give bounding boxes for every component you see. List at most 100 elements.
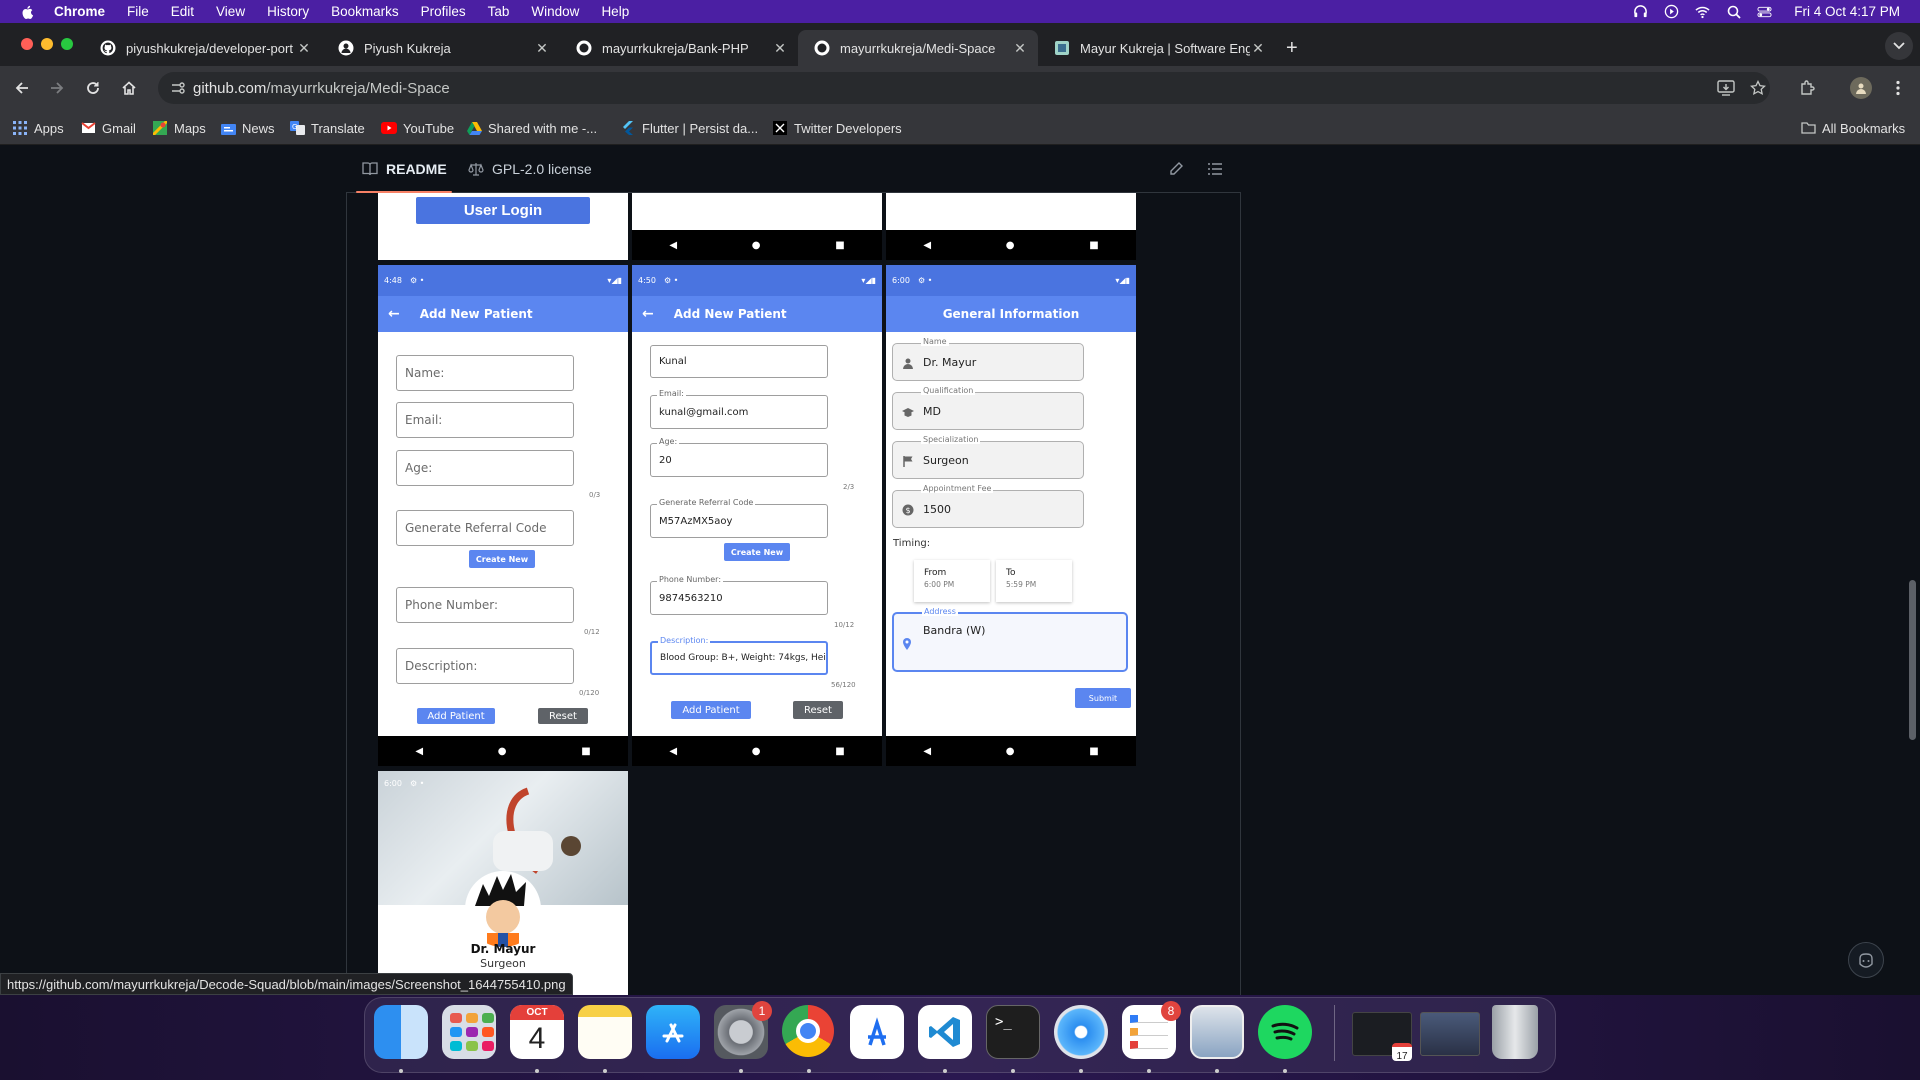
vscode-icon[interactable] <box>918 1005 972 1059</box>
menu-bookmarks[interactable]: Bookmarks <box>331 4 399 19</box>
edit-pencil-icon[interactable] <box>1168 161 1184 182</box>
running-indicator <box>943 1069 947 1073</box>
notes-icon[interactable] <box>578 1005 632 1059</box>
bookmark-translate[interactable]: G Translate <box>289 118 365 138</box>
nav-recents-icon: ■ <box>835 239 845 251</box>
site-info-icon[interactable] <box>170 80 186 96</box>
spotify-icon[interactable] <box>1258 1005 1312 1059</box>
close-window-button[interactable] <box>21 38 33 50</box>
copilot-icon <box>1859 953 1873 968</box>
phone-value: 9874563210 <box>659 592 723 604</box>
app-tile <box>450 1013 462 1023</box>
app-store-icon[interactable] <box>646 1005 700 1059</box>
bookmark-flutter-persist[interactable]: Flutter | Persist da... <box>620 118 758 138</box>
app-tile <box>482 1041 494 1051</box>
menu-chrome[interactable]: Chrome <box>54 4 105 19</box>
calendar-icon[interactable]: OCT 4 <box>510 1005 564 1059</box>
bookmark-label: Gmail <box>102 120 136 136</box>
menu-view[interactable]: View <box>216 4 245 19</box>
chevron-down-icon <box>1893 42 1905 50</box>
description-label: Description: <box>658 636 711 645</box>
preview-icon[interactable] <box>1190 1005 1244 1059</box>
all-bookmarks-button[interactable]: All Bookmarks <box>1800 118 1905 138</box>
apple-icon[interactable] <box>20 4 36 20</box>
referral-placeholder: Generate Referral Code <box>405 521 547 535</box>
bookmark-news[interactable]: News <box>220 118 275 138</box>
headphones-icon[interactable] <box>1633 4 1648 19</box>
safari-icon[interactable] <box>1054 1005 1108 1059</box>
clock-datetime[interactable]: Fri 4 Oct 4:17 PM <box>1794 4 1900 19</box>
tab-developer-portfolio[interactable]: piyushkukreja/developer-port ✕ <box>84 30 322 66</box>
minimize-window-button[interactable] <box>41 38 53 50</box>
age-field: Age: 20 <box>650 437 828 477</box>
home-button[interactable] <box>119 78 139 98</box>
profile-avatar[interactable] <box>1850 77 1872 99</box>
screenshot-user-login: User Login <box>378 193 628 260</box>
bookmark-twitter-developers[interactable]: Twitter Developers <box>772 118 902 138</box>
tab-bank-php[interactable]: mayurrkukreja/Bank-PHP ✕ <box>560 30 798 66</box>
bookmark-star-icon[interactable] <box>1748 78 1768 98</box>
chrome-menu-icon[interactable] <box>1888 78 1908 98</box>
close-tab-icon[interactable]: ✕ <box>296 40 312 57</box>
submit-label: Submit <box>1088 693 1118 703</box>
close-tab-icon[interactable]: ✕ <box>534 40 550 57</box>
address-bar[interactable]: github.com/mayurrkukreja/Medi-Space <box>158 72 1770 104</box>
settings-gear-icon: ⚙ • <box>917 276 933 285</box>
zoom-window-button[interactable] <box>61 38 73 50</box>
page-scrollbar-thumb[interactable] <box>1909 580 1916 740</box>
menu-edit[interactable]: Edit <box>171 4 194 19</box>
bookmark-gmail[interactable]: Gmail <box>80 118 136 138</box>
copilot-button[interactable] <box>1848 942 1884 978</box>
android-nav-bar: ◀ ● ■ <box>632 736 882 766</box>
license-tab-label: GPL-2.0 license <box>492 161 592 177</box>
bookmark-maps[interactable]: Maps <box>152 118 206 138</box>
menu-history[interactable]: History <box>267 4 309 19</box>
finder-icon[interactable] <box>374 1005 428 1059</box>
forward-button[interactable] <box>47 78 67 98</box>
instruments-icon[interactable] <box>850 1005 904 1059</box>
folder-icon <box>1800 120 1816 136</box>
close-tab-icon[interactable]: ✕ <box>1012 40 1028 57</box>
new-tab-button[interactable]: + <box>1286 37 1298 60</box>
close-tab-icon[interactable]: ✕ <box>1250 40 1266 57</box>
nav-home-icon: ● <box>497 745 507 757</box>
wifi-icon[interactable] <box>1695 4 1710 19</box>
reset-button: Reset <box>538 708 588 724</box>
bookmark-youtube[interactable]: YouTube <box>381 118 454 138</box>
google-drive-icon <box>466 120 482 136</box>
app-tile <box>466 1013 478 1023</box>
minimized-window-2[interactable] <box>1420 1012 1480 1056</box>
bookmark-apps[interactable]: Apps <box>12 118 64 138</box>
readme-tab[interactable]: README <box>362 161 447 177</box>
chrome-icon[interactable] <box>782 1005 834 1057</box>
trash-icon[interactable] <box>1492 1005 1538 1059</box>
outline-list-icon[interactable] <box>1207 161 1223 182</box>
doctor-name: Dr. Mayur <box>470 942 536 956</box>
menu-profiles[interactable]: Profiles <box>421 4 466 19</box>
back-button[interactable] <box>12 78 32 98</box>
bookmark-shared-with-me[interactable]: Shared with me -... <box>466 118 597 138</box>
close-tab-icon[interactable]: ✕ <box>772 40 788 57</box>
terminal-icon[interactable]: >_ <box>986 1005 1040 1059</box>
reset-label: Reset <box>804 704 832 716</box>
tab-search-button[interactable] <box>1885 32 1913 60</box>
tab-piyush-kukreja[interactable]: Piyush Kukreja ✕ <box>322 30 560 66</box>
settings-gear-icon: ⚙ • <box>409 779 425 788</box>
control-center-icon[interactable] <box>1757 4 1772 19</box>
menu-file[interactable]: File <box>127 4 149 19</box>
reload-button[interactable] <box>83 78 103 98</box>
launchpad-icon[interactable] <box>442 1005 496 1059</box>
tab-medi-space[interactable]: mayurrkukreja/Medi-Space ✕ <box>798 30 1038 66</box>
extensions-icon[interactable] <box>1797 78 1817 98</box>
menu-window[interactable]: Window <box>531 4 579 19</box>
from-label: From <box>924 568 947 578</box>
license-tab[interactable]: GPL-2.0 license <box>468 161 592 177</box>
install-app-icon[interactable] <box>1716 78 1736 98</box>
menu-help[interactable]: Help <box>601 4 629 19</box>
menu-tab[interactable]: Tab <box>488 4 510 19</box>
description-placeholder: Description: <box>405 659 478 673</box>
tab-mayur-portfolio[interactable]: Mayur Kukreja | Software Eng ✕ <box>1038 30 1276 66</box>
running-indicator <box>1079 1069 1083 1073</box>
spotlight-search-icon[interactable] <box>1726 4 1741 19</box>
now-playing-icon[interactable] <box>1664 4 1679 19</box>
